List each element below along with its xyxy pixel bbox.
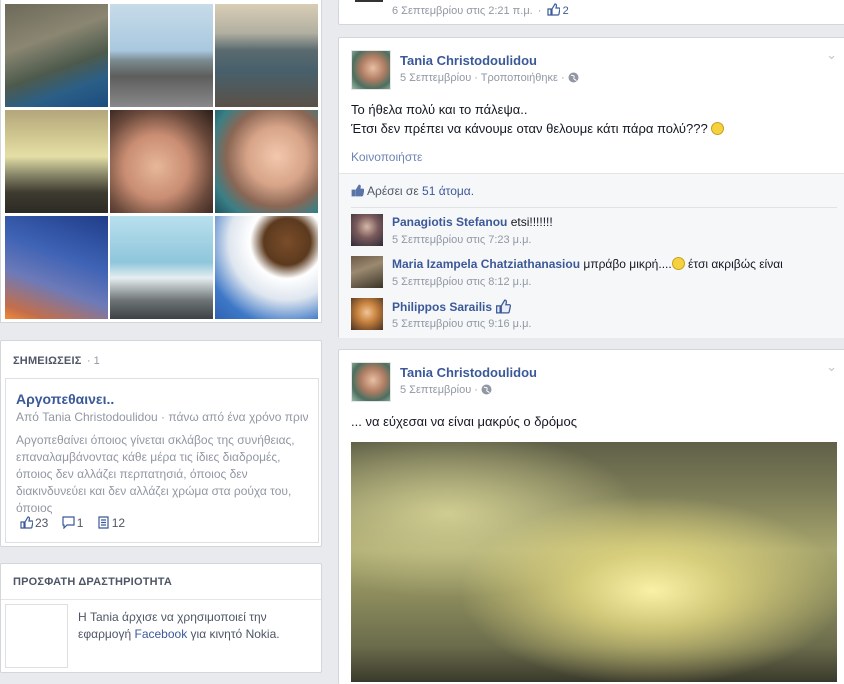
comment-text: μπράβο μικρή.... — [583, 257, 672, 271]
note-title[interactable]: Αργοπεθαινει.. — [16, 391, 114, 407]
photo-smiling-portrait[interactable] — [215, 110, 318, 213]
notes-count: · 1 — [86, 355, 100, 367]
commenter-avatar[interactable] — [351, 256, 383, 288]
note-meta: Από Tania Christodoulidou · πάνω από ένα… — [16, 410, 309, 424]
note-comments[interactable]: 1 — [62, 516, 87, 530]
smiley-icon — [671, 257, 685, 270]
chevron-down-icon[interactable]: ⌄ — [826, 359, 837, 375]
note-comments-count: 1 — [76, 516, 84, 530]
like-icon — [20, 516, 34, 532]
commenter-name[interactable]: Maria Izampela Chatziathanasiou — [392, 257, 580, 271]
post-text-line-1: Το ήθελα πολύ και το πάλεψα.. — [351, 102, 528, 117]
notes-header: ΣΗΜΕΙΩΣΕΙΣ · 1 — [13, 353, 100, 367]
photo-cloudy-road[interactable] — [5, 110, 108, 213]
globe-icon — [568, 72, 579, 86]
globe-icon — [481, 384, 492, 398]
timeline-post-1: Tania Christodoulidou 5 Σεπτεμβρίου · Τρ… — [338, 37, 844, 338]
notes-header-label[interactable]: ΣΗΜΕΙΩΣΕΙΣ — [13, 355, 82, 367]
commenter-avatar[interactable] — [351, 214, 383, 246]
comment-1: Panagiotis Stefanou etsi!!!!!!! — [392, 215, 553, 229]
post-meta: 5 Σεπτεμβρίου · Τροποποιήθηκε · — [400, 72, 579, 86]
author-avatar[interactable] — [351, 50, 391, 90]
author-avatar[interactable] — [351, 362, 391, 402]
previous-comment-time[interactable]: 6 Σεπτεμβρίου στις 2:21 π.μ. · 2 — [392, 3, 569, 19]
likes-prefix: Αρέσει σε — [367, 184, 423, 198]
share-link[interactable]: Κοινοποιήστε — [351, 150, 422, 164]
like-icon — [351, 184, 365, 200]
photo-promenade[interactable] — [110, 4, 213, 107]
note-stats: 23 1 12 — [20, 516, 135, 532]
comment-time[interactable]: 5 Σεπτεμβρίου στις 8:12 μ.μ. — [392, 276, 531, 288]
note-views-count: 12 — [111, 516, 126, 530]
post-meta: 5 Σεπτεμβρίου · — [400, 384, 492, 398]
notes-card: ΣΗΜΕΙΩΣΕΙΣ · 1 Αργοπεθαινει.. Από Tania … — [0, 340, 322, 547]
post-text: ... να εύχεσαι να είναι μακρύς ο δρόμος — [351, 414, 578, 429]
photo-umbrella-clouds[interactable] — [215, 216, 318, 319]
like-icon — [495, 299, 512, 317]
commenter-avatar[interactable] — [351, 298, 383, 330]
note-likes[interactable]: 23 — [20, 516, 52, 530]
like-icon — [546, 3, 561, 19]
photo-harbor-sunset[interactable] — [215, 4, 318, 107]
comment-text-continued: έτσι ακριβώς είναι — [688, 257, 783, 271]
post-text-line-2: Έτσι δεν πρέπει να κάνουμε οταν θελουμε … — [351, 119, 725, 138]
comment-3: Philippos Sarailis — [392, 299, 512, 317]
post-text-line-2-content: Έτσι δεν πρέπει να κάνουμε οταν θελουμε … — [351, 121, 708, 136]
previous-comment-timestamp: 6 Σεπτεμβρίου στις 2:21 π.μ. — [392, 5, 533, 17]
photo-sunglasses-portrait[interactable] — [110, 110, 213, 213]
comment-avatar — [355, 0, 383, 2]
comment-time[interactable]: 5 Σεπτεμβρίου στις 7:23 μ.μ. — [392, 234, 531, 246]
photo-plane-sky[interactable] — [5, 216, 108, 319]
app-thumbnail — [5, 604, 68, 668]
comment-icon — [62, 516, 75, 532]
divider — [351, 207, 837, 208]
facebook-link[interactable]: Facebook — [135, 627, 188, 641]
post-date[interactable]: 5 Σεπτεμβρίου — [400, 72, 471, 84]
photos-grid — [0, 0, 322, 323]
note-likes-count: 23 — [35, 516, 49, 530]
post-feedback: Αρέσει σε 51 άτομα. Panagiotis Stefanou … — [339, 173, 844, 338]
commenter-name[interactable]: Panagiotis Stefanou — [392, 215, 507, 229]
likes-count-link[interactable]: 51 άτομα — [422, 184, 471, 198]
smiley-icon — [711, 122, 725, 135]
recent-activity-text: Η Tania άρχισε να χρησιμοποιεί την εφαρμ… — [78, 609, 308, 643]
previous-post-footer: 6 Σεπτεμβρίου στις 2:21 π.μ. · 2 — [338, 0, 844, 25]
recent-activity-card: ΠΡΟΣΦΑΤΗ ΔΡΑΣΤΗΡΙΟΤΗΤΑ Η Tania άρχισε να… — [0, 563, 322, 673]
author-name[interactable]: Tania Christodoulidou — [400, 365, 537, 380]
comment-2: Maria Izampela Chatziathanasiou μπράβο μ… — [392, 257, 783, 271]
recent-header: ΠΡΟΣΦΑΤΗ ΔΡΑΣΤΗΡΙΟΤΗΤΑ — [13, 576, 173, 588]
likes-suffix: . — [470, 184, 475, 198]
commenter-name[interactable]: Philippos Sarailis — [392, 300, 492, 314]
recent-text-after: για κινητό Nokia. — [187, 627, 280, 641]
note-item: Αργοπεθαινει.. Από Tania Christodoulidou… — [5, 378, 319, 543]
post-date[interactable]: 5 Σεπτεμβρίου — [400, 384, 471, 396]
post-text: Το ήθελα πολύ και το πάλεψα.. Έτσι δεν π… — [351, 100, 725, 138]
likes-summary: Αρέσει σε 51 άτομα. — [351, 184, 474, 200]
comment-text: etsi!!!!!!! — [510, 215, 553, 229]
note-views: 12 — [97, 516, 125, 530]
note-body: Αργοπεθαίνει όποιος γίνεται σκλάβος της … — [16, 433, 295, 515]
previous-comment-likes: 2 — [562, 5, 569, 17]
comment-time[interactable]: 5 Σεπτεμβρίου στις 9:16 μ.μ. — [392, 318, 531, 330]
photo-cliff-beach[interactable] — [5, 4, 108, 107]
author-name[interactable]: Tania Christodoulidou — [400, 53, 537, 68]
divider — [1, 599, 321, 600]
post-photo-cloudy-sky[interactable] — [351, 442, 837, 682]
meta-separator: · — [474, 384, 478, 396]
chevron-down-icon[interactable]: ⌄ — [826, 47, 837, 63]
document-icon — [97, 516, 110, 532]
photo-white-tower[interactable] — [110, 216, 213, 319]
timeline-post-2: Tania Christodoulidou 5 Σεπτεμβρίου · ⌄ … — [338, 349, 844, 684]
post-edited: · Τροποποιήθηκε · — [474, 72, 565, 84]
